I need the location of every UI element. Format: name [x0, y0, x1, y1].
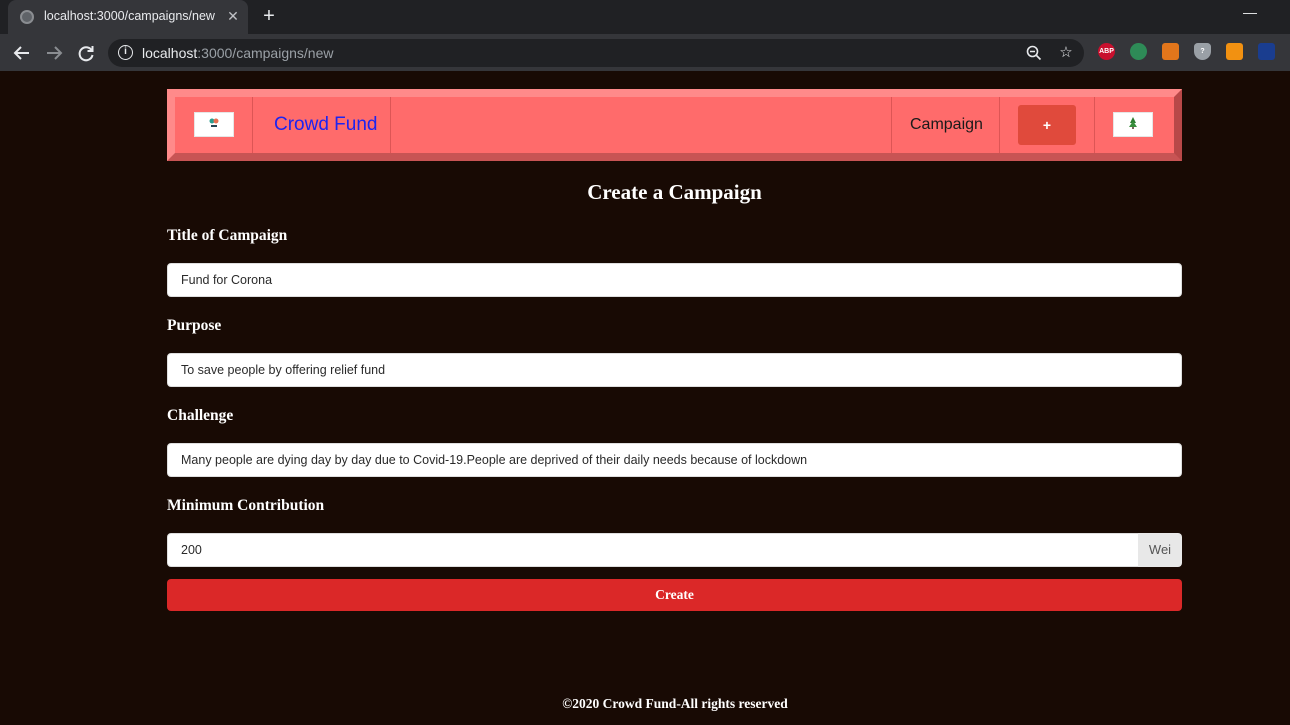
- nav-plus-item: +: [999, 97, 1095, 153]
- minimize-window-button[interactable]: —: [1240, 4, 1260, 24]
- nav-logo-item[interactable]: [175, 97, 253, 153]
- page-title: Create a Campaign: [587, 180, 762, 204]
- adblock-extension-icon[interactable]: ABP: [1098, 43, 1115, 60]
- challenge-label: Challenge: [167, 407, 234, 424]
- address-bar[interactable]: i localhost:3000/campaigns/new ☆: [108, 39, 1084, 67]
- footer-copyright: ©2020 Crowd Fund-All rights reserved: [562, 696, 788, 711]
- nav-brand-item[interactable]: Crowd Fund: [253, 97, 391, 153]
- metamask-fox-icon[interactable]: [1162, 43, 1179, 60]
- extension-icon[interactable]: [1258, 43, 1275, 60]
- nav-campaign-item[interactable]: Campaign: [891, 97, 1000, 153]
- browser-toolbar: i localhost:3000/campaigns/new ☆: [0, 34, 1290, 71]
- new-tab-button[interactable]: +: [258, 5, 280, 27]
- reload-icon[interactable]: [73, 40, 99, 66]
- title-label: Title of Campaign: [167, 227, 288, 244]
- crowdfund-logo: [194, 112, 234, 137]
- tab-title: localhost:3000/campaigns/new: [44, 9, 215, 23]
- globe-icon: [20, 10, 34, 24]
- min-contribution-label: Minimum Contribution: [167, 497, 325, 514]
- browser-tab-bar: localhost:3000/campaigns/new ✕ + —: [0, 0, 1290, 34]
- url-text[interactable]: localhost:3000/campaigns/new: [142, 45, 333, 61]
- challenge-input[interactable]: [167, 443, 1182, 477]
- purpose-input[interactable]: [167, 353, 1182, 387]
- shield-extension-icon[interactable]: ?: [1194, 43, 1211, 60]
- close-tab-icon[interactable]: ✕: [224, 6, 242, 26]
- site-info-icon[interactable]: i: [118, 45, 133, 60]
- forward-arrow-icon[interactable]: [41, 40, 67, 66]
- campaign-link[interactable]: Campaign: [910, 116, 983, 134]
- back-arrow-icon[interactable]: [9, 40, 35, 66]
- nav-logo-right-item[interactable]: [1094, 97, 1174, 153]
- extension-icon[interactable]: [1130, 43, 1147, 60]
- extension-icon[interactable]: [1226, 43, 1243, 60]
- create-button[interactable]: Create: [167, 579, 1182, 611]
- brand-link[interactable]: Crowd Fund: [274, 114, 378, 136]
- min-contribution-input[interactable]: [167, 533, 1139, 567]
- add-campaign-button[interactable]: +: [1018, 105, 1076, 145]
- campaign-title-input[interactable]: [167, 263, 1182, 297]
- purpose-label: Purpose: [167, 317, 222, 334]
- browser-tab[interactable]: localhost:3000/campaigns/new ✕: [8, 0, 248, 34]
- crowdfunding-logo: [1113, 112, 1153, 137]
- unit-label: Wei: [1138, 533, 1182, 567]
- bookmark-star-icon[interactable]: ☆: [1056, 43, 1076, 63]
- zoom-out-icon[interactable]: [1024, 43, 1044, 63]
- top-navbar: Crowd Fund Campaign +: [167, 89, 1182, 161]
